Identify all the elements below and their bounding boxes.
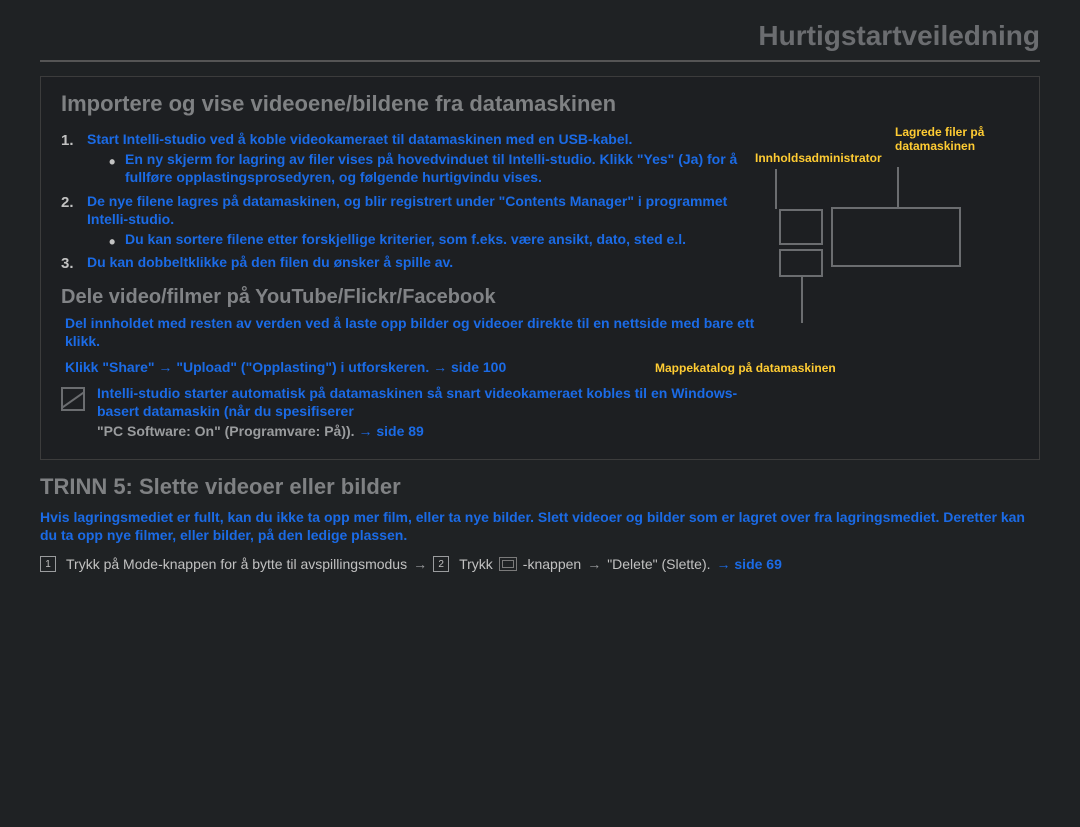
step-1-bullet: En ny skjerm for lagring av filer vises …	[111, 151, 759, 187]
step-num-1-icon: 1	[40, 556, 56, 572]
step-num-2-icon: 2	[433, 556, 449, 572]
section2-step-row: 1 Trykk på Mode-knappen for å bytte til …	[40, 556, 1040, 572]
step-1-text: Start Intelli-studio ved å koble videoka…	[87, 131, 632, 147]
share-title: Dele video/filmer på YouTube/Flickr/Face…	[61, 286, 759, 309]
note-line2-pre: "PC Software: On" (Programvare: På)).	[97, 423, 355, 439]
section2-body: Hvis lagringsmediet er fullt, kan du ikk…	[40, 508, 1040, 544]
arrow-icon: →	[413, 556, 427, 572]
section1-title: Importere og vise videoene/bildene fra d…	[61, 91, 1019, 117]
step-2: De nye filene lagres på datamaskinen, og…	[61, 193, 759, 249]
note-icon	[61, 387, 85, 411]
label-contents-admin: Innholdsadministrator	[755, 151, 882, 165]
section2-page-ref: → side 69	[717, 556, 782, 572]
button-glyph-icon	[499, 557, 517, 571]
step-c: -knappen	[523, 556, 581, 572]
step-2-text: De nye filene lagres på datamaskinen, og…	[87, 193, 727, 227]
diagram-line	[801, 277, 803, 323]
diagram-box	[831, 207, 961, 267]
delete-section: TRINN 5: Slette videoer eller bilder Hvi…	[40, 474, 1040, 572]
step-1: Start Intelli-studio ved å koble videoka…	[61, 131, 759, 187]
software-diagram: Innholdsadministrator Lagrede filer på d…	[765, 129, 1025, 369]
divider	[40, 60, 1040, 62]
diagram-box	[779, 249, 823, 277]
section2-title: TRINN 5: Slette videoer eller bilder	[40, 474, 1040, 500]
label-saved-files: Lagrede filer på datamaskinen	[895, 125, 1025, 153]
step-2-bullet: Du kan sortere filene etter forskjellige…	[111, 231, 759, 249]
page-title: Hurtigstartveiledning	[40, 20, 1040, 52]
note-page-ref: → side 89	[358, 423, 423, 439]
diagram-line	[775, 169, 777, 209]
step-a: Trykk på Mode-knappen for å bytte til av…	[66, 556, 407, 572]
arrow-icon: →	[587, 556, 601, 572]
step-list: Start Intelli-studio ved å koble videoka…	[61, 131, 759, 272]
share-body: Del innholdet med resten av verden ved å…	[61, 315, 759, 351]
note-line1: Intelli-studio starter automatisk på dat…	[97, 385, 759, 421]
diagram-box	[779, 209, 823, 245]
step-b: Trykk	[459, 556, 493, 572]
import-section: Importere og vise videoene/bildene fra d…	[40, 76, 1040, 460]
diagram-line	[897, 167, 899, 207]
label-folder-catalog: Mappekatalog på datamaskinen	[655, 361, 836, 375]
step-3-text: Du kan dobbeltklikke på den filen du øns…	[87, 254, 453, 270]
step-d: "Delete" (Slette).	[607, 556, 710, 572]
step-3: Du kan dobbeltklikke på den filen du øns…	[61, 254, 759, 272]
note-row: Intelli-studio starter automatisk på dat…	[61, 385, 759, 441]
